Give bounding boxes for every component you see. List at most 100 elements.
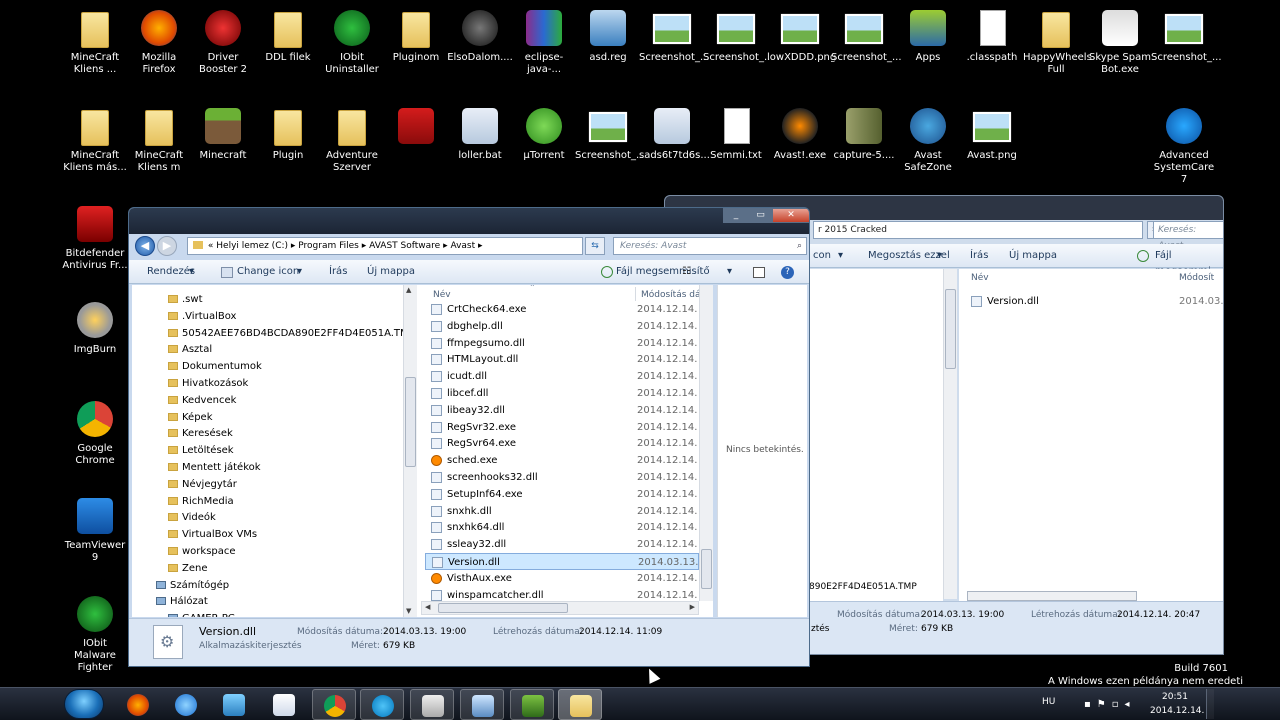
file-row[interactable]: dbghelp.dll 2014.12.14. 10 [425, 318, 713, 335]
taskbar-button[interactable] [164, 689, 208, 720]
tree-item[interactable]: Keresések [168, 425, 233, 442]
desktop-icon[interactable]: ImgBurn [62, 298, 128, 356]
desktop-icon[interactable]: Adventure Szerver [319, 104, 385, 174]
column-header-date[interactable]: Módosít [1179, 273, 1214, 283]
file-row[interactable]: libeay32.dll 2014.12.14. 10 [425, 402, 713, 419]
desktop-icon[interactable]: Pluginom [383, 6, 449, 64]
scrollbar-thumb[interactable] [701, 549, 712, 589]
file-row[interactable]: snxhk64.dll 2014.12.14. 10 [425, 519, 713, 536]
desktop-icon[interactable]: capture-5.... [831, 104, 897, 162]
desktop-icon[interactable]: MineCraft Kliens ... [62, 6, 128, 76]
desktop-icon[interactable]: Bitdefender Antivirus Fr... [62, 202, 128, 272]
scroll-left-arrow[interactable]: ◀ [425, 603, 430, 611]
address-bar[interactable]: r 2015 Cracked [813, 221, 1143, 239]
tree-item[interactable]: Letöltések [168, 442, 234, 459]
flag-icon[interactable]: ⚑ [1097, 699, 1112, 710]
tree-item[interactable]: Kedvencek [168, 392, 236, 409]
close-button[interactable]: ✕ [772, 208, 809, 223]
column-header-date[interactable]: Módosítás dá [641, 290, 701, 300]
navigation-pane[interactable]: .swt .VirtualBox 50542AEE76BD4BCDA890E2FF4… [132, 285, 404, 617]
title-bar[interactable] [129, 208, 809, 234]
burn-button[interactable]: Írás [329, 264, 347, 280]
file-row[interactable]: SetupInf64.exe 2014.12.14. 10 [425, 486, 713, 503]
minimize-button[interactable]: _ [723, 208, 749, 223]
file-row[interactable]: screenhooks32.dll 2014.12.14. 10 [425, 469, 713, 486]
taskbar-button[interactable] [410, 689, 454, 720]
file-row-selected[interactable]: Version.dll 2014.03.13. 19 [425, 553, 713, 570]
refresh-button[interactable]: ⇆ [585, 237, 605, 255]
tree-item[interactable]: VirtualBox VMs [168, 526, 257, 543]
tree-item[interactable]: Asztal [168, 341, 212, 358]
tree-item[interactable]: RichMedia [168, 493, 234, 510]
file-row[interactable]: sched.exe 2014.12.14. 10 [425, 452, 713, 469]
shredder-button[interactable]: Fájl megsemmisítő [616, 264, 710, 280]
clock-date[interactable]: 2014.12.14. [1150, 706, 1204, 716]
burn-button[interactable]: Írás [970, 248, 988, 264]
desktop-icon[interactable]: IObit Uninstaller [319, 6, 385, 76]
tree-item[interactable]: Képek [168, 409, 213, 426]
tree-scrollbar[interactable]: ▲ ▼ [403, 285, 417, 617]
desktop-icon[interactable]: eclipse-java-... [511, 6, 577, 76]
breadcrumb-item[interactable]: Avast [448, 241, 478, 251]
desktop-icon[interactable]: DDL filek [255, 6, 321, 64]
desktop-icon[interactable]: Screenshot_... [1151, 6, 1222, 64]
desktop-icon[interactable]: MineCraft Kliens m [126, 104, 192, 174]
search-input[interactable]: Keresés: Avast ⌕ [613, 237, 807, 255]
file-row[interactable]: VisthAux.exe 2014.12.14. 10 [425, 570, 713, 587]
preview-pane-icon[interactable] [753, 267, 765, 278]
file-row[interactable]: HTMLayout.dll 2014.12.14. 10 [425, 351, 713, 368]
column-header-name[interactable]: Név [971, 273, 989, 283]
desktop-icon[interactable]: MineCraft Kliens más... [62, 104, 128, 174]
tree-item[interactable]: Hivatkozások [168, 375, 248, 392]
file-row[interactable]: ssleay32.dll 2014.12.14. 10 [425, 536, 713, 553]
desktop-icon[interactable]: asd.reg [575, 6, 641, 64]
tree-item[interactable]: Számítógép [156, 577, 229, 594]
taskbar-button[interactable] [510, 689, 554, 720]
tray-icons[interactable]: ▪⚑▫◂ [1084, 699, 1136, 710]
view-options-icon[interactable]: ☷ [682, 264, 691, 280]
desktop-icon[interactable]: Mozilla Firefox [126, 6, 192, 76]
file-row[interactable]: libcef.dll 2014.12.14. 10 [425, 385, 713, 402]
desktop-icon[interactable]: sads6t7td6s... [639, 104, 710, 162]
breadcrumb-item[interactable]: Helyi lemez (C:) [216, 241, 291, 251]
desktop-icon[interactable]: Avast!.exe [767, 104, 833, 162]
desktop-icon[interactable]: Plugin [255, 104, 321, 162]
address-bar[interactable]: « Helyi lemez (C:) ▸ Program Files ▸ AVA… [187, 237, 583, 255]
help-icon[interactable]: ? [781, 266, 794, 279]
taskbar-button[interactable] [262, 689, 306, 720]
file-row[interactable]: CrtCheck64.exe 2014.12.14. 10 [425, 301, 713, 318]
show-desktop-button[interactable] [1206, 689, 1214, 719]
breadcrumb-item[interactable]: Program Files [295, 241, 361, 251]
desktop-icon[interactable]: IObit Malware Fighter [62, 592, 128, 674]
network-icon[interactable]: ▪ [1084, 699, 1097, 710]
tree-item[interactable]: .VirtualBox [168, 308, 236, 325]
tree-item[interactable]: GAMER-PC [168, 610, 235, 617]
scrollbar-thumb[interactable] [945, 289, 956, 369]
search-input[interactable]: Keresés: Avast [1153, 221, 1223, 251]
desktop-icon[interactable]: Screenshot_... [831, 6, 902, 64]
tree-item[interactable]: Hálózat [156, 593, 208, 610]
breadcrumb-item[interactable]: AVAST Software [366, 241, 443, 251]
desktop-icon[interactable]: Screenshot_... [703, 6, 774, 64]
desktop-icon[interactable]: loller.bat [447, 104, 513, 162]
change-icon-button[interactable]: con [813, 248, 831, 264]
back-button[interactable]: ◀ [135, 236, 155, 256]
desktop-icon[interactable]: Skype Spam Bot.exe [1087, 6, 1153, 76]
scroll-down-arrow[interactable]: ▼ [406, 607, 411, 615]
file-row[interactable]: RegSvr32.exe 2014.12.14. 10 [425, 419, 713, 436]
desktop-icon[interactable]: TeamViewer 9 [62, 494, 128, 564]
tree-scrollbar[interactable] [943, 269, 957, 599]
search-icon[interactable]: ⌕ [797, 238, 802, 254]
file-row[interactable]: snxhk.dll 2014.12.14. 10 [425, 503, 713, 520]
desktop-icon[interactable] [383, 104, 449, 150]
desktop-icon[interactable]: Avast SafeZone [895, 104, 961, 174]
desktop-icon[interactable]: HappyWheels Full [1023, 6, 1092, 76]
volume-icon[interactable]: ◂ [1125, 699, 1136, 710]
tree-item[interactable]: Videók [168, 509, 216, 526]
desktop-icon[interactable]: Apps [895, 6, 961, 64]
new-folder-button[interactable]: Új mappa [1009, 248, 1057, 264]
file-row[interactable]: icudt.dll 2014.12.14. 10 [425, 368, 713, 385]
desktop-icon[interactable]: Driver Booster 2 [190, 6, 256, 76]
h-scrollbar-thumb[interactable] [438, 603, 568, 613]
desktop-icon[interactable]: µTorrent [511, 104, 577, 162]
